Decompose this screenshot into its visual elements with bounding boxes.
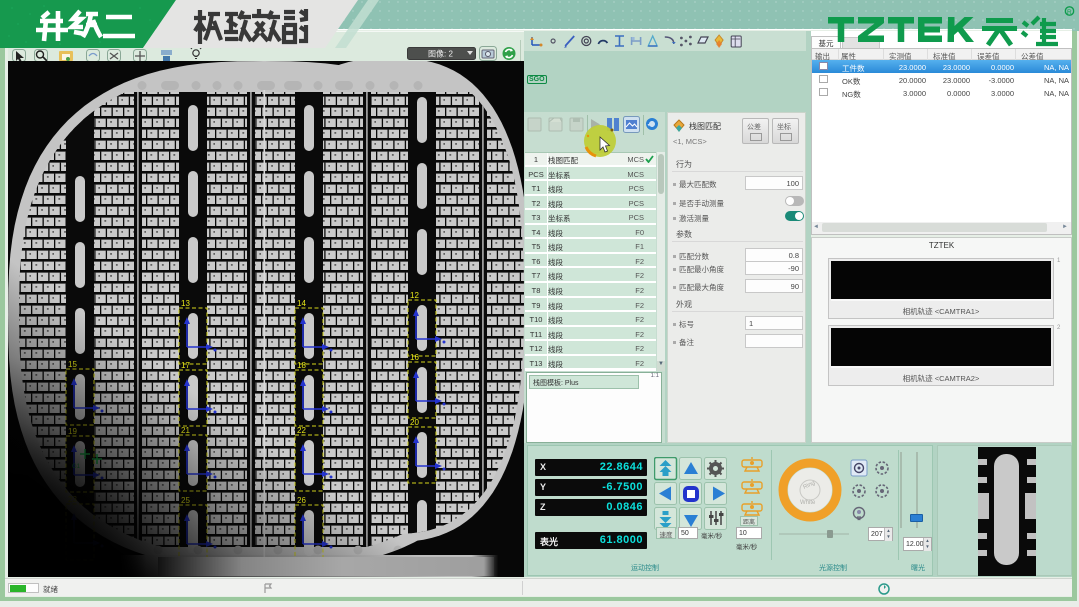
svg-text:R: R (1067, 9, 1072, 16)
svg-text:图像: 2: 图像: 2 (428, 49, 453, 59)
svg-text:White: White (800, 500, 816, 506)
